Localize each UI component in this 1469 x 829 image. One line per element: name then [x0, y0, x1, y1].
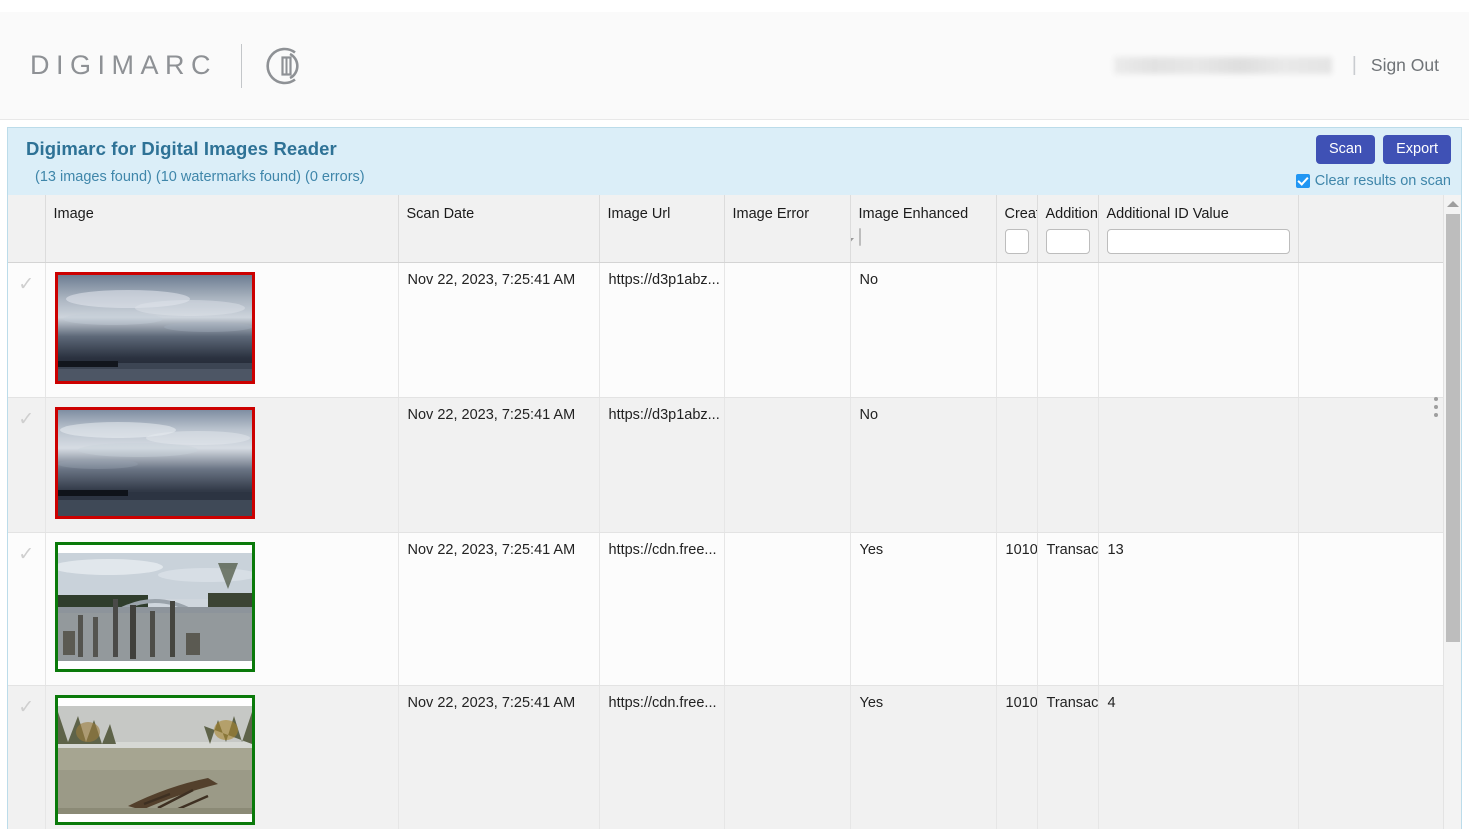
- header-image-error[interactable]: Image Error: [724, 195, 851, 263]
- cell-image-enhanced: Yes: [850, 532, 997, 686]
- row-select-cell[interactable]: ✓: [8, 397, 46, 533]
- scan-status-text: (13 images found) (10 watermarks found) …: [35, 169, 365, 185]
- account-group: | Sign Out: [1113, 54, 1439, 77]
- header-select-column: [8, 195, 46, 263]
- table-row[interactable]: ✓: [8, 262, 1443, 398]
- export-button[interactable]: Export: [1383, 135, 1451, 165]
- cell-additional-id: Transacti: [1037, 685, 1099, 829]
- header-scan-date[interactable]: Scan Date: [398, 195, 600, 263]
- cell-scan-date: Nov 22, 2023, 7:25:41 AM: [398, 532, 600, 686]
- cell-scan-date: Nov 22, 2023, 7:25:41 AM: [398, 262, 600, 398]
- cell-additional-id-value: 13: [1098, 532, 1299, 686]
- cell-image-error: [724, 397, 851, 533]
- row-select-cell[interactable]: ✓: [8, 532, 46, 686]
- check-icon: ✓: [18, 274, 35, 295]
- cell-spacer: [1298, 262, 1443, 398]
- table-header-row: Image Scan Date Image Url Image Error Im: [8, 195, 1443, 263]
- cell-created: [996, 262, 1038, 398]
- action-button-row: Scan Export: [1316, 135, 1451, 165]
- scroll-up-arrow-icon[interactable]: [1444, 195, 1461, 212]
- user-email-redacted: [1113, 57, 1332, 74]
- cell-additional-id: Transacti: [1037, 532, 1099, 686]
- cell-image-enhanced: Yes: [850, 685, 997, 829]
- cell-additional-id: [1037, 262, 1099, 398]
- reader-panel: Digimarc for Digital Images Reader (13 i…: [7, 127, 1462, 829]
- header-image-enhanced[interactable]: Image Enhanced: [850, 195, 997, 263]
- grid-scroll-area: Image Scan Date Image Url Image Error Im: [8, 195, 1443, 829]
- digimarc-d-mark-icon: [264, 45, 306, 87]
- cell-image-error: [724, 262, 851, 398]
- cell-additional-id: [1037, 397, 1099, 533]
- table-row[interactable]: ✓: [8, 532, 1443, 686]
- cell-image-url[interactable]: https://cdn.free...: [599, 532, 725, 686]
- clear-results-row[interactable]: Clear results on scan: [1295, 173, 1451, 190]
- header-created[interactable]: Creat: [996, 195, 1038, 263]
- clear-results-label: Clear results on scan: [1314, 173, 1451, 190]
- header-additional-id[interactable]: Addition: [1037, 195, 1099, 263]
- cell-spacer: [1298, 685, 1443, 829]
- cell-image-enhanced: No: [850, 397, 997, 533]
- cell-image: [45, 532, 399, 686]
- cell-image-url[interactable]: https://cdn.free...: [599, 685, 725, 829]
- cell-image-error: [724, 685, 851, 829]
- result-thumbnail[interactable]: [54, 695, 255, 825]
- scroll-down-arrow-icon[interactable]: [1444, 823, 1461, 829]
- check-icon: ✓: [18, 697, 35, 718]
- brand-logo-group: DIGIMARC: [30, 43, 306, 88]
- image-enhanced-filter-select[interactable]: [850, 228, 861, 246]
- panel-titlebar: Digimarc for Digital Images Reader (13 i…: [8, 128, 1461, 195]
- grid-vertical-scrollbar[interactable]: [1443, 195, 1461, 829]
- cell-image-error: [724, 532, 851, 686]
- cell-scan-date: Nov 22, 2023, 7:25:41 AM: [398, 397, 600, 533]
- cell-spacer: [1298, 397, 1443, 533]
- results-table-body: ✓ Nov 22, 2023, 7:25:41 AM https://d3p1a…: [8, 262, 1443, 829]
- clear-results-checkbox[interactable]: [1295, 174, 1310, 189]
- table-row[interactable]: ✓: [8, 685, 1443, 829]
- brand-header: DIGIMARC | Sign Out: [0, 12, 1469, 120]
- cell-image: [45, 262, 399, 398]
- cell-additional-id-value: [1098, 397, 1299, 533]
- header-spacer: [1298, 195, 1443, 263]
- cell-spacer: [1298, 532, 1443, 686]
- header-additional-id-value[interactable]: Additional ID Value: [1098, 195, 1299, 263]
- header-image-url[interactable]: Image Url: [599, 195, 725, 263]
- cell-scan-date: Nov 22, 2023, 7:25:41 AM: [398, 685, 600, 829]
- cell-image-url[interactable]: https://d3p1abz...: [599, 397, 725, 533]
- cell-additional-id-value: [1098, 262, 1299, 398]
- results-table: Image Scan Date Image Url Image Error Im: [8, 195, 1443, 829]
- row-select-cell[interactable]: ✓: [8, 685, 46, 829]
- cell-image-enhanced: No: [850, 262, 997, 398]
- result-thumbnail[interactable]: [54, 272, 255, 384]
- logo-divider: [241, 43, 242, 88]
- table-row[interactable]: ✓: [8, 397, 1443, 533]
- cell-created: 10101: [996, 685, 1038, 829]
- check-icon: ✓: [18, 409, 35, 430]
- cell-additional-id-value: 4: [1098, 685, 1299, 829]
- page-title: Digimarc for Digital Images Reader: [26, 138, 337, 159]
- check-icon: ✓: [18, 544, 35, 565]
- sign-out-link[interactable]: Sign Out: [1371, 55, 1439, 76]
- results-grid-wrapper: Image Scan Date Image Url Image Error Im: [8, 195, 1461, 829]
- additional-id-filter-input[interactable]: [1045, 229, 1090, 254]
- scan-button[interactable]: Scan: [1316, 135, 1376, 165]
- cell-image: [45, 397, 399, 533]
- cell-image: [45, 685, 399, 829]
- cell-created: 10101: [996, 532, 1038, 686]
- kebab-menu-icon[interactable]: [1434, 397, 1438, 421]
- chevron-down-icon: [850, 238, 854, 245]
- result-thumbnail[interactable]: [54, 542, 255, 672]
- created-filter-input[interactable]: [1004, 229, 1029, 254]
- scrollbar-thumb[interactable]: [1446, 214, 1460, 642]
- header-image[interactable]: Image: [45, 195, 399, 263]
- account-separator: |: [1351, 54, 1357, 76]
- cell-image-url[interactable]: https://d3p1abz...: [599, 262, 725, 398]
- row-select-cell[interactable]: ✓: [8, 262, 46, 398]
- top-strip: [0, 0, 1469, 12]
- digimarc-wordmark: DIGIMARC: [30, 50, 217, 80]
- cell-created: [996, 397, 1038, 533]
- panel-actions: Scan Export Clear results on scan: [1295, 135, 1451, 190]
- additional-id-value-filter-input[interactable]: [1106, 229, 1290, 254]
- result-thumbnail[interactable]: [54, 407, 255, 519]
